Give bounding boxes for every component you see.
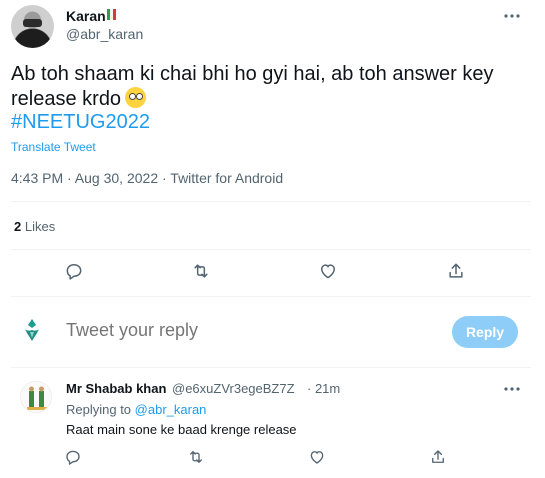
reply-icon[interactable] (64, 261, 84, 281)
user-avatar-icon (25, 319, 39, 341)
avatar[interactable] (11, 5, 54, 48)
hashtag-link[interactable]: #NEETUG2022 (11, 111, 150, 134)
reply-avatar[interactable] (20, 381, 52, 413)
author-handle[interactable]: @abr_karan (66, 26, 143, 42)
more-icon[interactable] (503, 381, 521, 397)
flag-icon (107, 9, 116, 20)
tweet-text: Ab toh shaam ki chai bhi ho gyi hai, ab … (11, 62, 531, 112)
replying-to: Replying to @abr_karan (66, 402, 206, 417)
divider (11, 367, 531, 368)
reply-author-name[interactable]: Mr Shabab khan (66, 381, 166, 396)
author-name[interactable]: Karan (66, 8, 106, 24)
share-icon[interactable] (446, 261, 466, 281)
likes-stat[interactable]: 2 Likes (14, 219, 55, 234)
reply-avatar-image (21, 382, 51, 412)
divider (11, 296, 531, 297)
reply-timestamp[interactable]: · 21m (307, 381, 340, 396)
likes-count: 2 (14, 219, 22, 234)
replying-to-handle-link[interactable]: @abr_karan (135, 402, 207, 417)
divider (11, 249, 531, 250)
tweet-timestamp[interactable]: 4:43 PM · Aug 30, 2022 · Twitter for And… (11, 170, 283, 186)
reply-text: Raat main sone ke baad krenge release (66, 422, 297, 437)
tweet-body: Ab toh shaam ki chai bhi ho gyi hai, ab … (11, 63, 494, 110)
reply-author-handle[interactable]: @e6xuZVr3egeBZ7Z (172, 381, 295, 396)
reply-icon[interactable] (64, 448, 82, 466)
retweet-icon[interactable] (191, 261, 211, 281)
heart-icon[interactable] (318, 261, 338, 281)
tweet-detail: Karan @abr_karan Ab toh shaam ki chai bh… (0, 0, 545, 478)
reply-input[interactable] (66, 320, 436, 341)
more-icon[interactable] (503, 8, 521, 24)
heart-icon[interactable] (308, 448, 326, 466)
translate-tweet-link[interactable]: Translate Tweet (11, 140, 96, 154)
reply-button[interactable]: Reply (452, 316, 518, 348)
replying-prefix: Replying to (66, 402, 132, 417)
likes-label: Likes (24, 219, 56, 234)
pleading-face-emoji-icon (125, 87, 147, 108)
divider (11, 201, 531, 202)
retweet-icon[interactable] (187, 448, 205, 466)
share-icon[interactable] (429, 448, 447, 466)
